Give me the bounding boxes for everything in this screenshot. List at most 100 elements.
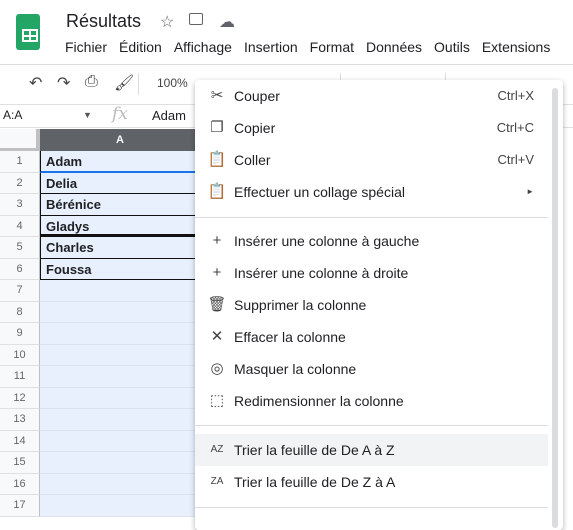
move-to-folder-icon[interactable]: [189, 13, 203, 25]
menu-extensions[interactable]: Extensions: [482, 39, 550, 55]
paste-special-icon: 📋: [207, 183, 227, 200]
menu-fichier[interactable]: Fichier: [65, 39, 107, 55]
zoom-select[interactable]: 100%: [157, 76, 188, 90]
row-header[interactable]: 7: [0, 280, 40, 302]
resize-icon: ⬚: [209, 392, 225, 409]
shortcut-label: Ctrl+X: [497, 88, 534, 103]
menu-separator: [195, 217, 548, 218]
menu-item[interactable]: ✂ Couper Ctrl+X: [195, 80, 548, 112]
select-all-corner[interactable]: [0, 129, 40, 151]
menu-item-label: Coller: [234, 152, 271, 168]
cell[interactable]: Charles: [40, 237, 200, 259]
cell[interactable]: [40, 430, 200, 452]
menu-item-label: Copier: [234, 120, 276, 136]
sort-za-icon: ZA: [210, 476, 224, 487]
menu-item-label: Couper: [234, 88, 280, 104]
paste-icon: 📋: [207, 151, 227, 168]
row-header[interactable]: 17: [0, 495, 40, 517]
scrollbar[interactable]: [552, 88, 558, 528]
cell[interactable]: [40, 495, 200, 517]
scissors-icon: ✂: [210, 87, 224, 104]
redo-icon[interactable]: ↷: [57, 73, 70, 93]
menu-item[interactable]: 🗑 Supprimer la colonne: [195, 289, 548, 321]
menu-donnees[interactable]: Données: [366, 39, 422, 55]
column-header-a[interactable]: A: [40, 129, 200, 151]
row-header[interactable]: 10: [0, 344, 40, 366]
cell[interactable]: Gladys: [40, 215, 200, 237]
cell[interactable]: [40, 366, 200, 388]
cell[interactable]: [40, 344, 200, 366]
shortcut-label: Ctrl+V: [497, 152, 534, 167]
trash-icon: 🗑: [207, 296, 227, 313]
menu-item-label: Trier la feuille de De Z à A: [234, 474, 396, 490]
print-icon[interactable]: ⎙: [85, 73, 98, 91]
paint-format-icon[interactable]: 🖌: [114, 73, 134, 93]
name-box[interactable]: A:A: [3, 108, 22, 122]
cell[interactable]: [40, 387, 200, 409]
menu-item[interactable]: + Insérer une colonne à gauche: [195, 225, 548, 257]
undo-icon[interactable]: ↶: [29, 73, 42, 93]
sheets-logo[interactable]: [16, 14, 40, 50]
menu-item-label: Insérer une colonne à droite: [234, 265, 409, 281]
chevron-down-icon[interactable]: ▼: [83, 110, 92, 120]
menu-item-label: Effectuer un collage spécial: [234, 184, 405, 200]
menu-item-label: Redimensionner la colonne: [234, 393, 404, 409]
menu-item[interactable]: ◎ Masquer la colonne: [195, 353, 548, 385]
menu-item[interactable]: 📋 Effectuer un collage spécial ►: [195, 176, 548, 208]
cell[interactable]: [40, 452, 200, 474]
close-icon: ✕: [210, 328, 224, 345]
menu-item[interactable]: AZ Trier la feuille de De A à Z: [195, 434, 548, 466]
row-header[interactable]: 9: [0, 323, 40, 345]
menu-outils[interactable]: Outils: [434, 39, 470, 55]
menu-item[interactable]: ❐ Copier Ctrl+C: [195, 112, 548, 144]
row-header[interactable]: 1: [0, 151, 40, 173]
menu-item[interactable]: ✕ Effacer la colonne: [195, 321, 548, 353]
row-header[interactable]: 2: [0, 172, 40, 194]
menu-affichage[interactable]: Affichage: [174, 39, 232, 55]
submenu-arrow-icon: ►: [526, 187, 534, 196]
cloud-saved-icon[interactable]: ☁: [219, 12, 235, 32]
menu-separator: [195, 507, 548, 508]
plus-icon: +: [212, 232, 222, 249]
menu-separator: [195, 425, 548, 426]
menu-item[interactable]: 📋 Coller Ctrl+V: [195, 144, 548, 176]
menu-item[interactable]: ⬚ Redimensionner la colonne: [195, 385, 548, 417]
doc-title[interactable]: Résultats: [66, 11, 141, 32]
cell[interactable]: [40, 301, 200, 323]
formula-input[interactable]: Adam: [152, 108, 186, 123]
menu-item-label: Supprimer la colonne: [234, 297, 367, 313]
cell[interactable]: Bérénice: [40, 194, 200, 216]
menu-item-label: Masquer la colonne: [234, 361, 357, 377]
context-menu: ✂ Couper Ctrl+X ❐ Copier Ctrl+C 📋 Coller Ctrl+V 📋…: [195, 80, 563, 530]
menu-item[interactable]: + Insérer une colonne à droite: [195, 257, 548, 289]
menu-edition[interactable]: Édition: [119, 39, 162, 55]
row-header[interactable]: 3: [0, 194, 40, 216]
row-header[interactable]: 4: [0, 215, 40, 237]
row-header[interactable]: 5: [0, 237, 40, 259]
cell[interactable]: Delia: [40, 172, 200, 194]
menu-format[interactable]: Format: [310, 39, 354, 55]
row-header[interactable]: 12: [0, 387, 40, 409]
cell[interactable]: Adam: [40, 151, 200, 173]
row-header[interactable]: 8: [0, 301, 40, 323]
row-header[interactable]: 6: [0, 258, 40, 280]
cell[interactable]: Foussa: [40, 258, 200, 280]
row-header[interactable]: 16: [0, 473, 40, 495]
shortcut-label: Ctrl+C: [496, 120, 534, 135]
menu-item[interactable]: ZA Trier la feuille de De Z à A: [195, 466, 548, 498]
row-header[interactable]: 15: [0, 452, 40, 474]
row-header[interactable]: 13: [0, 409, 40, 431]
cell[interactable]: [40, 473, 200, 495]
row-header[interactable]: 11: [0, 366, 40, 388]
row-header[interactable]: 14: [0, 430, 40, 452]
menu-insertion[interactable]: Insertion: [244, 39, 298, 55]
cell[interactable]: [40, 280, 200, 302]
divider: [138, 73, 139, 95]
star-icon[interactable]: ☆: [160, 12, 174, 32]
menu-item-label: Insérer une colonne à gauche: [234, 233, 420, 249]
sort-az-icon: AZ: [210, 444, 224, 455]
cell[interactable]: [40, 323, 200, 345]
cell[interactable]: [40, 409, 200, 431]
copy-icon: ❐: [210, 119, 224, 136]
menu-item-label: Trier la feuille de De A à Z: [234, 442, 395, 458]
